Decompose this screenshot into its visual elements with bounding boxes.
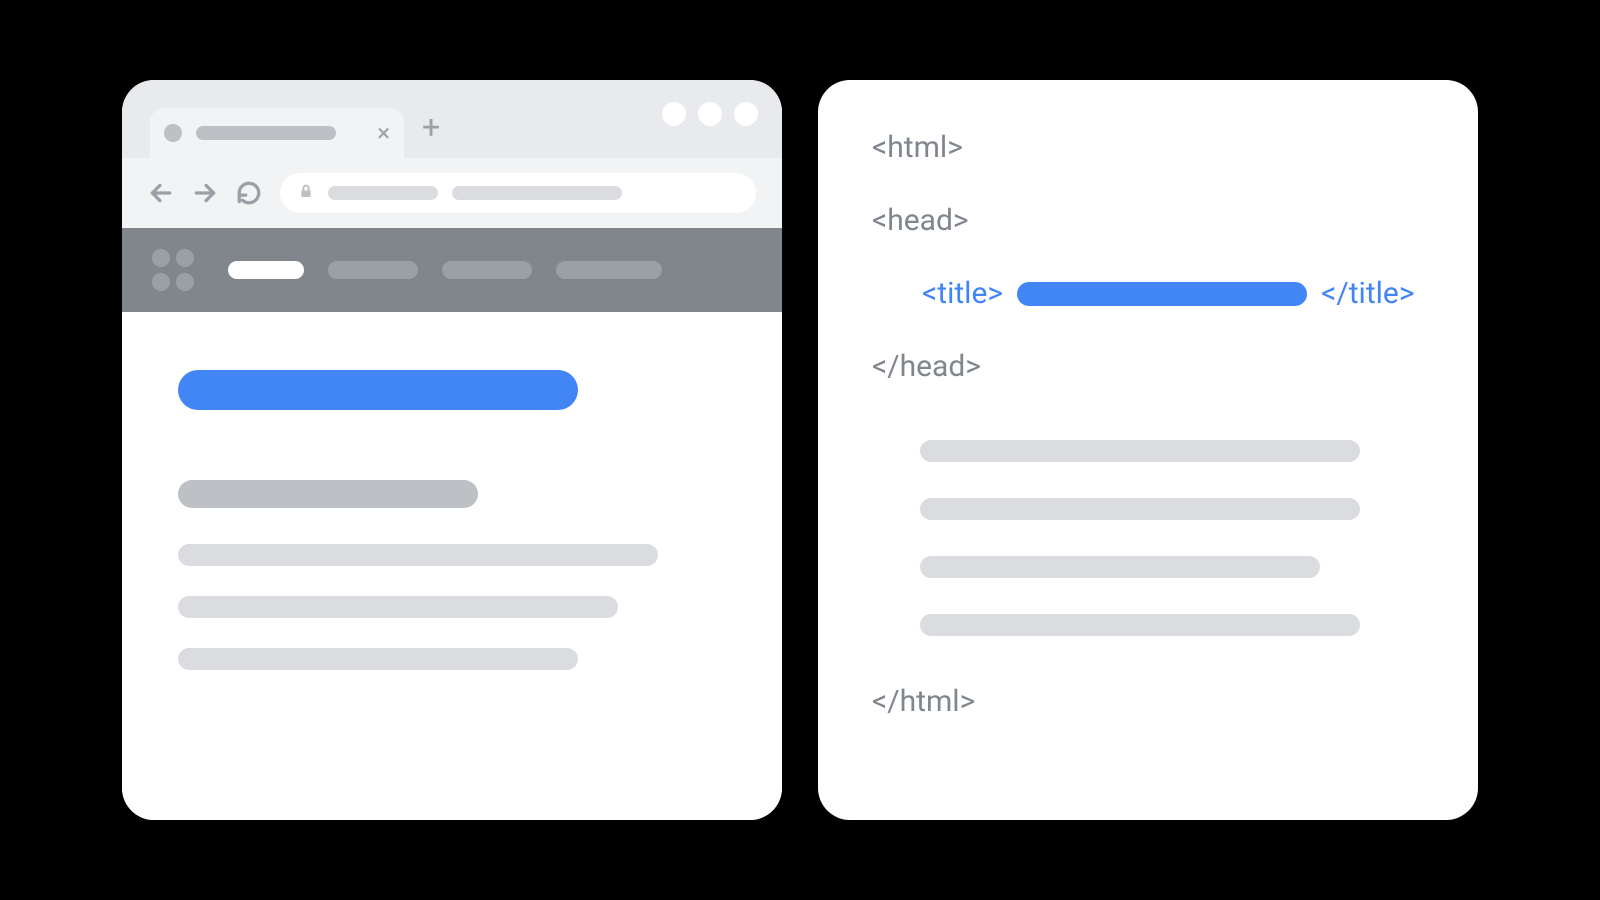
- url-segment: [328, 186, 438, 200]
- src-title-open: <title>: [922, 274, 1003, 313]
- src-body-line: [920, 556, 1320, 578]
- address-bar[interactable]: [280, 173, 756, 213]
- page-title-bar: [178, 370, 578, 410]
- browser-tab[interactable]: ×: [150, 108, 404, 158]
- new-tab-button[interactable]: +: [422, 108, 440, 146]
- src-body-line: [920, 440, 1360, 462]
- tab-favicon: [164, 124, 182, 142]
- url-segment: [452, 186, 622, 200]
- src-html-close: </html>: [872, 682, 1424, 721]
- src-body-line: [920, 614, 1360, 636]
- window-control-min[interactable]: [662, 102, 686, 126]
- back-icon[interactable]: [148, 180, 174, 206]
- src-body-block: [872, 420, 1424, 682]
- tab-title-placeholder: [196, 126, 336, 140]
- lock-icon: [298, 182, 314, 204]
- page-subheading: [178, 480, 478, 508]
- src-title-line: <title> </title>: [922, 274, 1424, 313]
- nav-item[interactable]: [556, 261, 662, 279]
- body-text-line: [178, 544, 658, 566]
- page-content: [122, 312, 782, 820]
- app-grid-icon[interactable]: [152, 249, 194, 291]
- src-html-open: <html>: [872, 128, 1424, 167]
- reload-icon[interactable]: [236, 180, 262, 206]
- src-title-close: </title>: [1321, 274, 1414, 313]
- src-head-open: <head>: [872, 201, 1424, 240]
- nav-item[interactable]: [442, 261, 532, 279]
- html-source-panel: <html> <head> <title> </title> </head> <…: [818, 80, 1478, 820]
- forward-icon[interactable]: [192, 180, 218, 206]
- nav-item[interactable]: [328, 261, 418, 279]
- window-control-close[interactable]: [734, 102, 758, 126]
- src-body-line: [920, 498, 1360, 520]
- browser-toolbar: [122, 158, 782, 228]
- src-head-close: </head>: [872, 347, 1424, 386]
- nav-item-active[interactable]: [228, 261, 304, 279]
- tab-strip: × +: [122, 80, 782, 158]
- body-text-line: [178, 648, 578, 670]
- body-text-line: [178, 596, 618, 618]
- window-controls: [662, 102, 758, 126]
- src-title-content: [1017, 282, 1307, 306]
- site-navigation: [122, 228, 782, 312]
- tab-close-icon[interactable]: ×: [377, 119, 390, 147]
- browser-window: × +: [122, 80, 782, 820]
- window-control-max[interactable]: [698, 102, 722, 126]
